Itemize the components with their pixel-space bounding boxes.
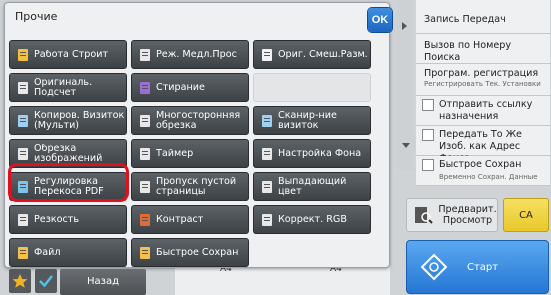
item-label: Вызов по Номеру Поиска <box>424 40 512 63</box>
slow-scan-icon <box>138 48 152 62</box>
rgb-adjust-icon <box>260 213 274 227</box>
erase-icon <box>138 81 152 95</box>
job-build-icon <box>16 48 30 62</box>
back-button[interactable]: Назад <box>60 269 146 295</box>
clear-all-button[interactable]: CA <box>503 198 549 232</box>
background-adjust-icon <box>260 147 274 161</box>
function-label: Ориг. Смеш.Разм. <box>278 49 368 60</box>
function-button[interactable]: Многосторонняя обрезка <box>131 106 249 135</box>
panel-title: Прочие <box>15 10 58 23</box>
item-label: Отправить ссылку назначения <box>439 99 533 122</box>
function-button[interactable]: Таймер <box>131 139 249 168</box>
favorite-button[interactable] <box>9 269 31 293</box>
function-label: Оригиналь. Подсчет <box>34 77 93 98</box>
function-button[interactable]: Стирание <box>131 73 249 102</box>
program-registration-item[interactable]: Програм. регистрация Регистрировать Тек. … <box>416 64 550 96</box>
function-label: Быстрое Сохран <box>156 247 239 258</box>
transmission-log-item[interactable]: Запись Передач <box>416 0 550 34</box>
original-count-icon <box>16 81 30 95</box>
checkbox[interactable] <box>422 99 434 111</box>
function-button[interactable]: Файл <box>9 238 127 267</box>
file-folder-icon <box>16 246 30 260</box>
timer-icon <box>138 147 152 161</box>
business-card-copy-icon <box>16 114 30 128</box>
function-button[interactable]: Копиров. Визиток (Мульти) <box>9 106 127 135</box>
function-button[interactable]: Настройка Фона <box>253 139 371 168</box>
blank-page-skip-icon <box>138 180 152 194</box>
preview-label: Предварит. Просмотр <box>438 204 497 226</box>
function-label: Пропуск пустой страницы <box>156 176 237 197</box>
function-button[interactable]: Выпадающий цвет <box>253 172 371 201</box>
function-label: Копиров. Визиток (Мульти) <box>34 110 125 131</box>
function-label: Работа Строит <box>34 49 109 60</box>
check-icon <box>39 275 53 288</box>
function-label: Коррект. RGB <box>278 214 347 225</box>
function-button[interactable]: Ориг. Смеш.Разм. <box>253 40 371 69</box>
scroll-down-arrow-icon[interactable] <box>402 143 410 148</box>
function-button <box>253 73 371 102</box>
checkmark-button[interactable] <box>35 269 57 293</box>
checkbox[interactable] <box>422 129 434 141</box>
preview-icon <box>415 207 433 224</box>
function-button[interactable]: Сканир-ние визиток <box>253 106 371 135</box>
function-button[interactable]: Быстрое Сохран <box>131 238 249 267</box>
start-button[interactable]: Старт <box>406 240 549 294</box>
function-label: Многосторонняя обрезка <box>156 110 241 131</box>
checkbox[interactable] <box>422 159 434 171</box>
send-destination-link-item[interactable]: Отправить ссылку назначения <box>416 96 550 126</box>
image-crop-icon <box>16 147 30 161</box>
quick-save-icon <box>138 246 152 260</box>
preview-button[interactable]: Предварит. Просмотр <box>406 198 498 232</box>
function-label: Реж. Медл.Прос <box>156 49 237 60</box>
multi-crop-icon <box>138 114 152 128</box>
item-sublabel: Регистрировать Тек. Установки <box>424 80 541 88</box>
color-dropout-icon <box>260 180 274 194</box>
sharpness-icon <box>16 213 30 227</box>
function-button[interactable]: Пропуск пустой страницы <box>131 172 249 201</box>
function-button[interactable]: Реж. Медл.Прос <box>131 40 249 69</box>
ok-button[interactable]: OK <box>368 8 392 32</box>
expand-arrow-icon <box>402 22 407 30</box>
star-icon <box>12 274 28 288</box>
send-same-image-fax-item[interactable]: Передать То Же Изоб. как Адрес Факса <box>416 126 550 164</box>
start-diamond-icon <box>420 253 448 281</box>
function-button[interactable]: Коррект. RGB <box>253 205 371 234</box>
call-by-search-number-item[interactable]: Вызов по Номеру Поиска <box>416 34 550 64</box>
item-label: Быстрое Сохран <box>439 159 522 170</box>
contrast-icon <box>138 213 152 227</box>
function-label: Настройка Фона <box>278 148 362 159</box>
function-label: Обрезка изображений <box>34 143 103 164</box>
item-label: Запись Передач <box>424 14 506 25</box>
function-label: Таймер <box>156 148 194 159</box>
function-label: Выпадающий цвет <box>278 176 347 197</box>
function-button[interactable]: Контраст <box>131 205 249 234</box>
function-label: Сканир-ние визиток <box>278 110 337 131</box>
function-label: Контраст <box>156 214 204 225</box>
business-card-scan-icon <box>260 114 274 128</box>
function-button[interactable]: Резкость <box>9 205 127 234</box>
item-label: Програм. регистрация <box>424 68 539 79</box>
function-label: Стирание <box>156 82 205 93</box>
quick-file-item[interactable]: Быстрое Сохран Временно Сохран. Данные <box>416 156 550 186</box>
mixed-size-original-icon <box>260 48 274 62</box>
function-button[interactable]: Оригиналь. Подсчет <box>9 73 127 102</box>
start-label: Старт <box>467 261 499 273</box>
item-sublabel: Временно Сохран. Данные <box>439 173 538 181</box>
selection-highlight <box>8 163 129 202</box>
function-button[interactable]: Работа Строит <box>9 40 127 69</box>
function-label: Резкость <box>34 214 79 225</box>
function-label: Файл <box>34 247 61 258</box>
